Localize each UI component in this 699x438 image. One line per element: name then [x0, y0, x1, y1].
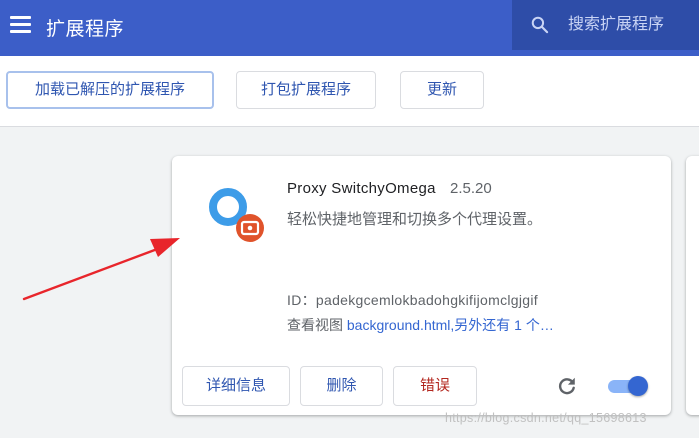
extension-description: 轻松快捷地管理和切换多个代理设置。	[287, 211, 543, 228]
watermark-text: https://blog.csdn.net/qq_15698613	[445, 411, 647, 425]
enable-extension-toggle[interactable]	[608, 376, 650, 396]
app-header: 扩展程序	[0, 0, 699, 56]
inspect-views-label: 查看视图	[287, 317, 343, 333]
extension-id-value: padekgcemlokbadohgkifijomclgjgif	[315, 292, 538, 308]
details-button[interactable]: 详细信息	[182, 366, 290, 406]
switchyomega-logo-icon	[209, 188, 264, 242]
load-unpacked-button[interactable]: 加载已解压的扩展程序	[6, 71, 214, 109]
extension-card-partial	[686, 156, 699, 415]
extension-id-row: ID：padekgcemlokbadohgkifijomclgjgif	[287, 290, 538, 310]
extension-name: Proxy SwitchyOmega	[287, 180, 436, 197]
background-page-link[interactable]: background.html,另外还有 1 个…	[347, 317, 554, 333]
search-icon[interactable]	[530, 15, 550, 35]
reload-icon[interactable]	[556, 375, 578, 397]
search-input[interactable]	[568, 15, 698, 35]
developer-toolbar: 加载已解压的扩展程序 打包扩展程序 更新	[0, 56, 699, 127]
extension-id-label: ID：	[287, 292, 316, 308]
extension-card: Proxy SwitchyOmega 2.5.20 轻松快捷地管理和切换多个代理…	[172, 156, 671, 415]
hamburger-menu-icon[interactable]	[10, 16, 32, 34]
search-box[interactable]	[512, 0, 699, 50]
errors-button[interactable]: 错误	[393, 366, 477, 406]
extension-version: 2.5.20	[450, 180, 492, 197]
update-button[interactable]: 更新	[400, 71, 484, 109]
inspect-views-row: 查看视图 background.html,另外还有 1 个…	[287, 315, 554, 335]
pack-extension-button[interactable]: 打包扩展程序	[236, 71, 376, 109]
page-title: 扩展程序	[46, 19, 125, 40]
remove-button[interactable]: 删除	[300, 366, 383, 406]
